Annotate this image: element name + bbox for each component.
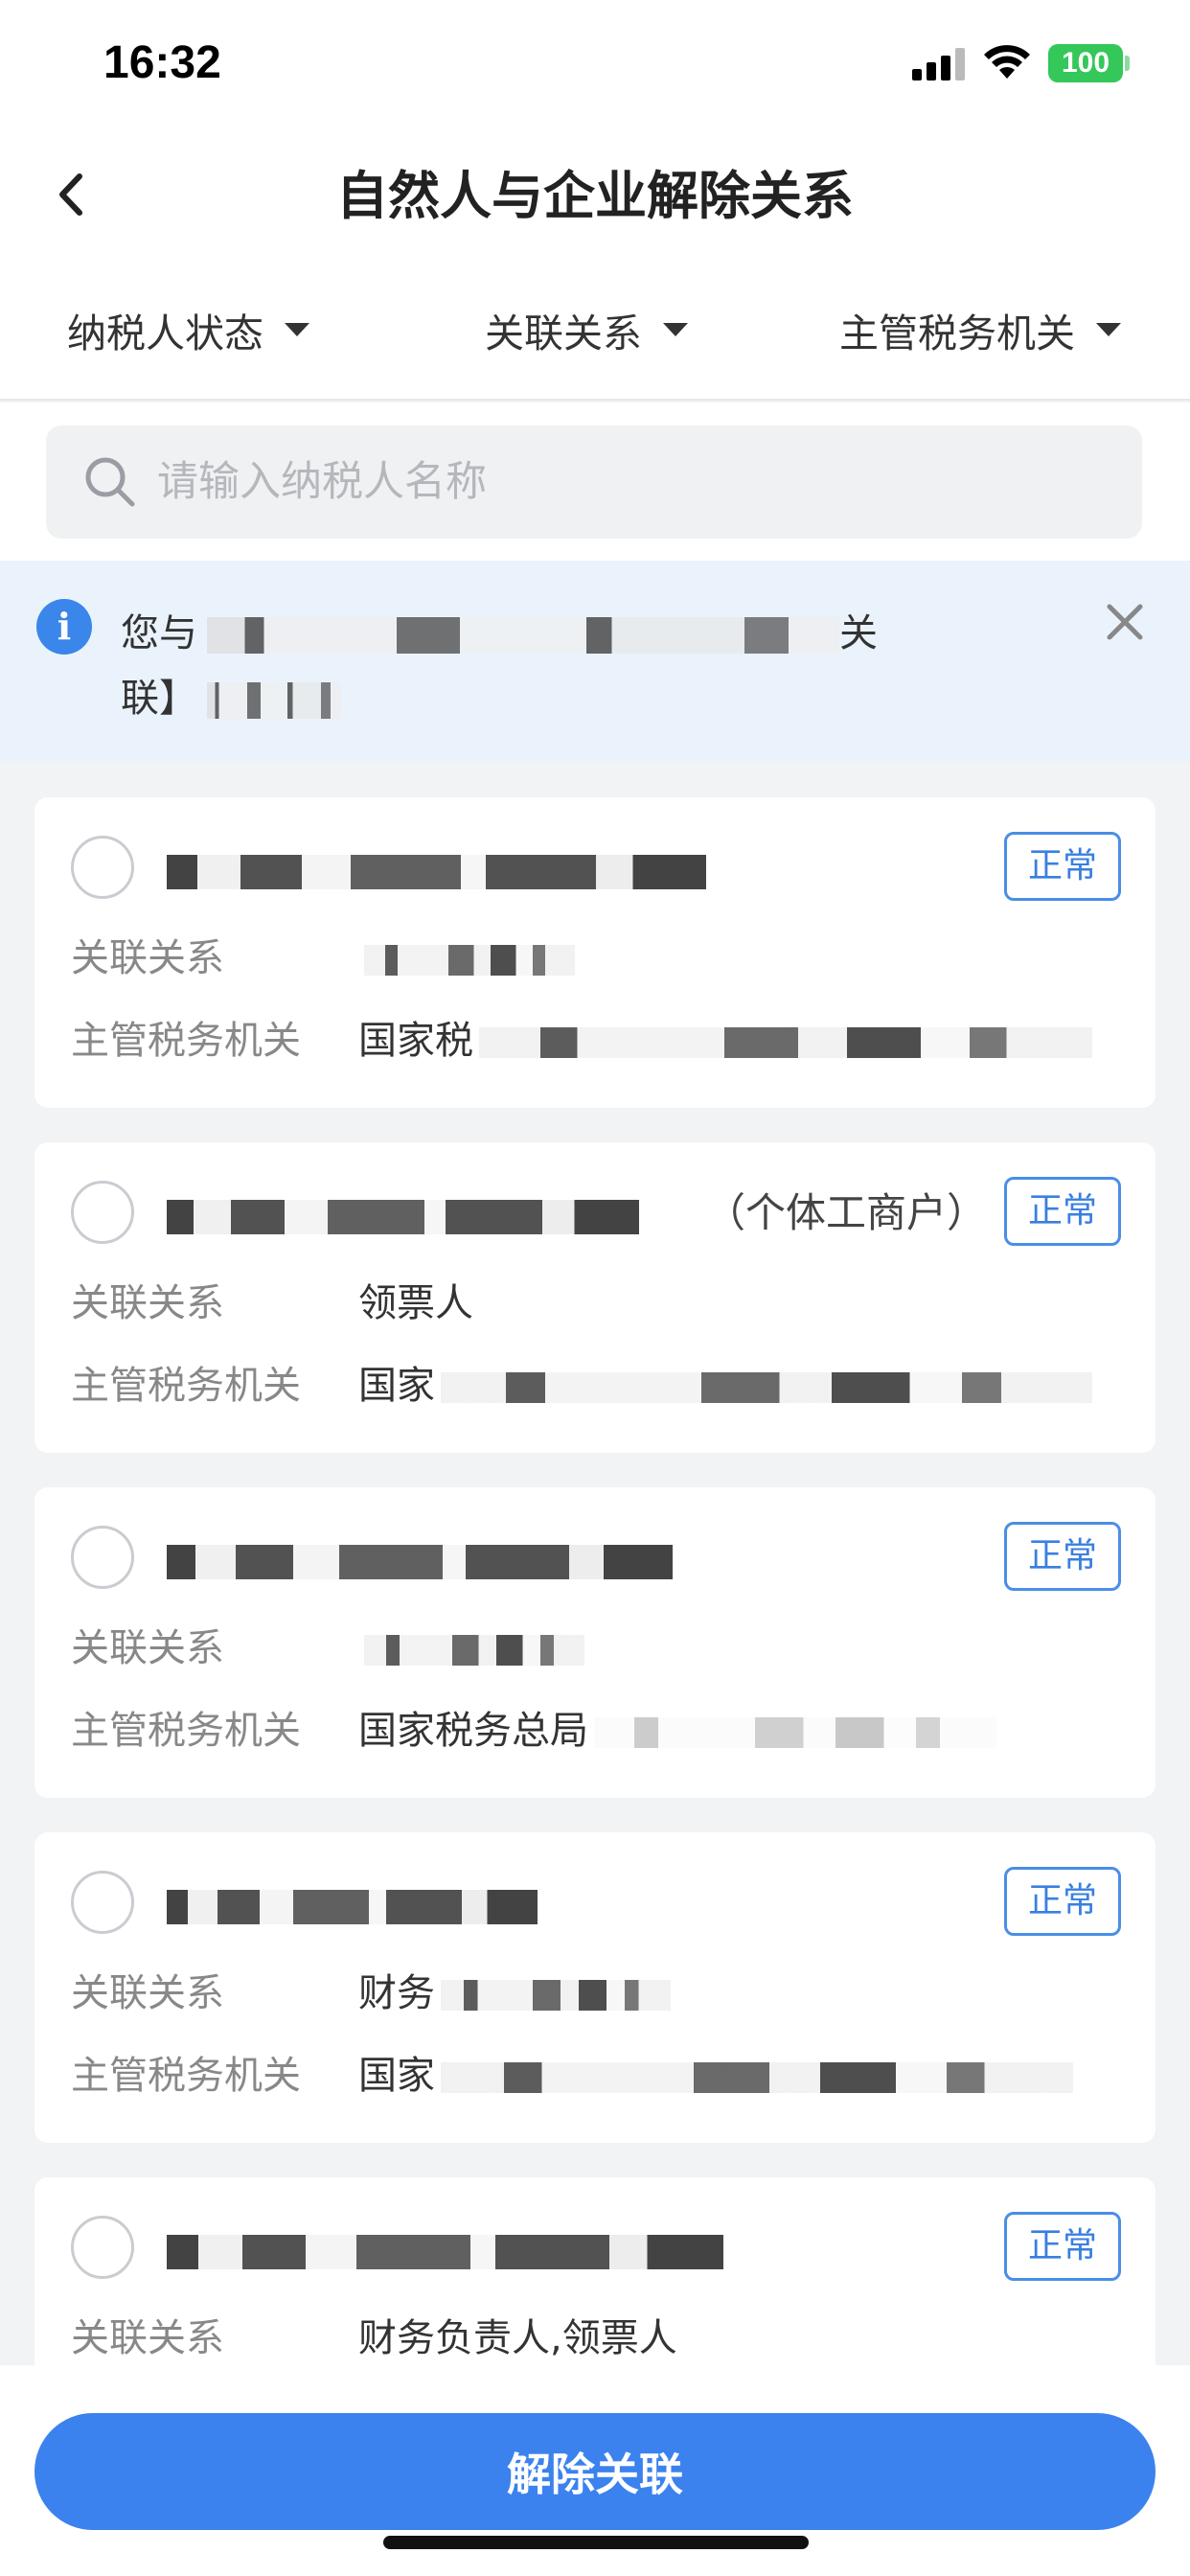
release-association-button[interactable]: 解除关联	[34, 2413, 1156, 2530]
nav-bar: 自然人与企业解除关系	[0, 134, 1190, 259]
caret-down-icon	[285, 323, 309, 336]
radio-button[interactable]	[71, 2216, 134, 2279]
search-icon	[85, 457, 135, 507]
status-badge: 正常	[1004, 1522, 1121, 1591]
caret-down-icon	[663, 323, 688, 336]
taxpayer-card[interactable]: （个体工商户） 正常 关联关系 领票人 主管税务机关 国家	[34, 1142, 1156, 1453]
relation-row: 关联关系 领票人	[71, 1281, 473, 1325]
status-time: 16:32	[103, 37, 221, 88]
authority-row: 主管税务机关 国家税务总局	[71, 1702, 996, 1760]
caret-down-icon	[1096, 323, 1121, 336]
redacted-company-name	[167, 1200, 703, 1234]
status-badge: 正常	[1004, 1177, 1121, 1246]
filter-label: 纳税人状态	[67, 310, 263, 356]
radio-button[interactable]	[71, 1871, 134, 1934]
authority-row: 主管税务机关 国家	[71, 2047, 1073, 2104]
redacted-text	[207, 617, 839, 654]
status-badge: 正常	[1004, 2212, 1121, 2281]
filter-relationship[interactable]: 关联关系	[485, 259, 688, 401]
cellular-signal-icon	[912, 48, 965, 80]
taxpayer-card[interactable]: 正常 关联关系 主管税务机关 国家税	[34, 797, 1156, 1108]
company-name-suffix: （个体工商户）	[705, 1189, 988, 1236]
redacted-value	[364, 945, 575, 976]
wifi-icon	[984, 45, 1030, 79]
radio-button[interactable]	[71, 1526, 134, 1589]
page-title: 自然人与企业解除关系	[336, 166, 854, 226]
authority-row: 主管税务机关 国家税	[71, 1012, 1092, 1070]
status-badge: 正常	[1004, 1867, 1121, 1936]
redacted-text	[207, 682, 341, 719]
status-badge: 正常	[1004, 832, 1121, 901]
filter-label: 关联关系	[485, 310, 642, 356]
close-icon[interactable]	[1102, 599, 1148, 645]
filter-label: 主管税务机关	[839, 310, 1075, 356]
redacted-company-name	[167, 1545, 742, 1579]
redacted-value	[479, 1027, 1092, 1058]
back-button[interactable]	[38, 161, 105, 228]
search-input[interactable]	[157, 426, 1115, 539]
notice-text: 您与关 联】	[121, 611, 878, 721]
relation-row: 关联关系	[71, 1620, 584, 1677]
notice-banner: i 您与关 联】	[0, 561, 1190, 762]
redacted-company-name	[167, 1890, 588, 1924]
battery-indicator: 100	[1048, 44, 1123, 82]
filter-taxpayer-status[interactable]: 纳税人状态	[67, 259, 309, 401]
taxpayer-card[interactable]: 正常 关联关系 主管税务机关 国家税务总局	[34, 1487, 1156, 1798]
taxpayer-card[interactable]: 正常 关联关系 财务 主管税务机关 国家	[34, 1832, 1156, 2143]
relation-row: 关联关系 财务负责人,领票人	[71, 2316, 677, 2360]
redacted-company-name	[167, 2235, 799, 2269]
radio-button[interactable]	[71, 836, 134, 899]
status-bar: 16:32 100	[0, 0, 1190, 134]
authority-row: 主管税务机关 国家	[71, 1357, 1092, 1414]
redacted-value	[441, 1372, 1092, 1403]
redacted-company-name	[167, 855, 780, 889]
redacted-value	[441, 1980, 671, 2011]
search-area	[0, 402, 1190, 561]
info-icon: i	[36, 599, 92, 655]
battery-tip	[1125, 56, 1130, 71]
home-indicator	[383, 2536, 809, 2549]
redacted-value	[364, 1635, 584, 1666]
filter-bar: 纳税人状态 关联关系 主管税务机关	[0, 259, 1190, 401]
radio-button[interactable]	[71, 1181, 134, 1244]
filter-tax-authority[interactable]: 主管税务机关	[839, 259, 1121, 401]
chevron-left-icon	[59, 173, 82, 216]
search-box[interactable]	[46, 426, 1142, 539]
relation-row: 关联关系 财务	[71, 1965, 671, 2022]
relation-row: 关联关系	[71, 930, 575, 987]
redacted-value	[594, 1717, 996, 1748]
redacted-value	[441, 2062, 1073, 2093]
